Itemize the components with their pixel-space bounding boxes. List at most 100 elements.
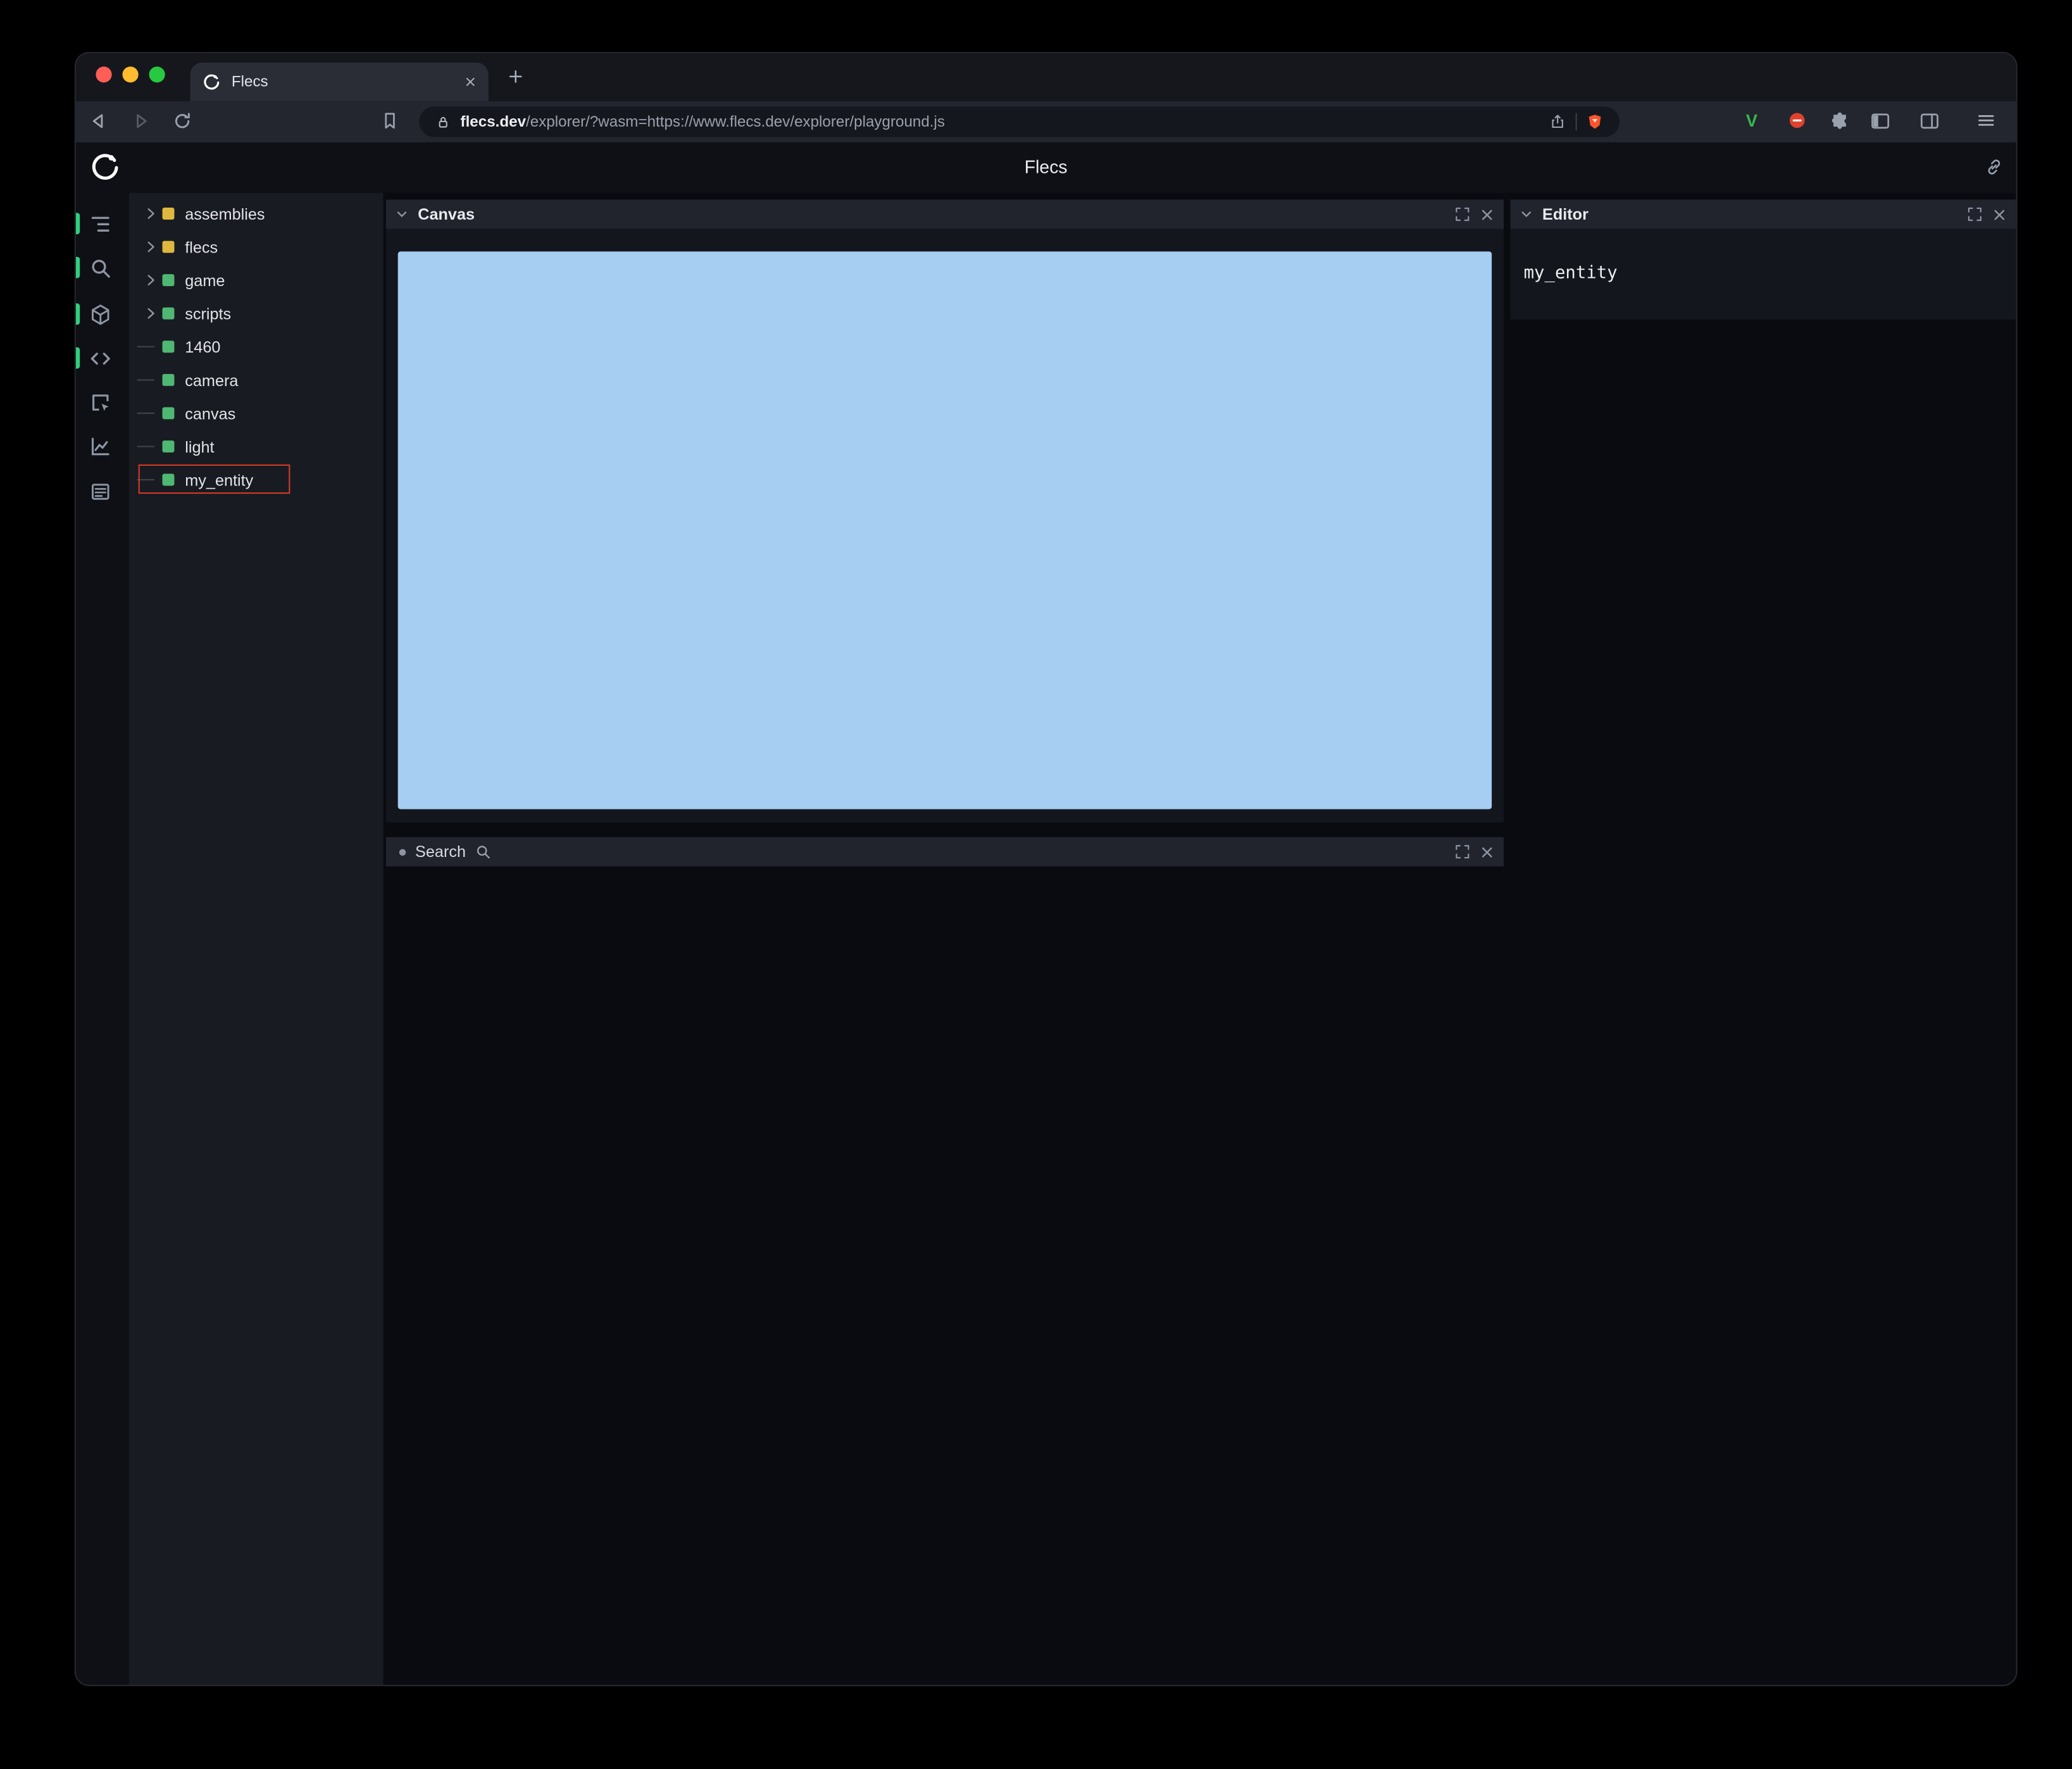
tree-item-scripts[interactable]: scripts bbox=[129, 297, 384, 330]
chevron-down-icon[interactable] bbox=[1520, 208, 1533, 221]
menu-hamburger-icon[interactable] bbox=[1976, 111, 1997, 131]
active-panel-indicator bbox=[75, 213, 80, 235]
back-icon[interactable] bbox=[88, 111, 109, 132]
extensions-puzzle-icon[interactable] bbox=[1830, 111, 1850, 131]
tree-item-1460[interactable]: 1460 bbox=[129, 330, 384, 363]
extension-shield-icon[interactable] bbox=[1787, 111, 1807, 131]
tree-item-game[interactable]: game bbox=[129, 263, 384, 297]
new-tab-button[interactable] bbox=[507, 68, 524, 85]
close-icon[interactable] bbox=[1992, 207, 2007, 222]
entity-label: 1460 bbox=[185, 337, 221, 356]
url-path: /explorer/?wasm=https://www.flecs.dev/ex… bbox=[526, 113, 945, 130]
entity-color-square bbox=[162, 274, 175, 287]
entity-color-square bbox=[162, 241, 175, 253]
minimize-window-button[interactable] bbox=[122, 66, 139, 83]
entity-label: my_entity bbox=[185, 470, 254, 489]
entity-label: game bbox=[185, 270, 225, 290]
canvas-panel: Canvas Search bbox=[385, 199, 1504, 866]
navigation-bar: flecs.dev/explorer/?wasm=https://www.fle… bbox=[75, 101, 2016, 142]
tab-close-icon[interactable] bbox=[465, 76, 477, 88]
entity-color-square bbox=[162, 208, 175, 220]
chevron-right-icon[interactable] bbox=[145, 241, 158, 253]
bookmark-icon[interactable] bbox=[379, 111, 401, 132]
entity-label: canvas bbox=[185, 404, 236, 423]
extension-v-icon[interactable]: V bbox=[1746, 111, 1757, 131]
brave-shield-icon[interactable] bbox=[1586, 113, 1603, 130]
code-icon[interactable] bbox=[81, 339, 118, 377]
reading-list-icon[interactable] bbox=[1919, 111, 1940, 132]
screen: Flecs flecs.dev/explorer/?wasm=https://w… bbox=[0, 0, 2072, 1769]
entity-label: camera bbox=[185, 370, 239, 390]
editor-panel-title: Editor bbox=[1542, 204, 1588, 224]
cube-icon[interactable] bbox=[81, 296, 118, 333]
tree-item-camera[interactable]: camera bbox=[129, 363, 384, 397]
entity-label: flecs bbox=[185, 237, 218, 256]
entity-tree: assemblies flecs game scripts 1460 camera canv… bbox=[128, 192, 384, 1685]
panel-rail bbox=[75, 193, 129, 1685]
chart-icon[interactable] bbox=[81, 427, 118, 465]
entity-color-square bbox=[162, 440, 175, 453]
active-panel-indicator bbox=[75, 303, 80, 325]
tree-item-flecs[interactable]: flecs bbox=[129, 230, 384, 264]
close-icon[interactable] bbox=[1480, 207, 1494, 222]
entity-color-square bbox=[162, 373, 175, 386]
entity-label: light bbox=[185, 437, 215, 456]
address-bar[interactable]: flecs.dev/explorer/?wasm=https://www.fle… bbox=[419, 106, 1620, 137]
search-panel-title: Search bbox=[415, 842, 466, 861]
tree-item-my_entity[interactable]: my_entity bbox=[129, 463, 384, 497]
entity-label: scripts bbox=[185, 304, 232, 323]
url-domain: flecs.dev bbox=[460, 113, 527, 130]
chevron-right-icon[interactable] bbox=[145, 308, 158, 320]
tree-guide-line bbox=[137, 412, 154, 414]
flecs-favicon-icon bbox=[203, 73, 221, 91]
entity-color-square bbox=[162, 341, 175, 353]
page-title: Flecs bbox=[1024, 157, 1068, 177]
reload-icon[interactable] bbox=[172, 111, 193, 132]
share-icon[interactable] bbox=[1549, 113, 1566, 130]
tree-item-canvas[interactable]: canvas bbox=[129, 397, 384, 430]
canvas-surface[interactable] bbox=[397, 251, 1492, 809]
entity-color-square bbox=[162, 307, 175, 320]
entity-color-square bbox=[162, 473, 175, 486]
expand-icon[interactable] bbox=[1454, 844, 1470, 859]
canvas-panel-body bbox=[385, 228, 1504, 823]
inspect-icon[interactable] bbox=[81, 384, 118, 421]
editor-panel: Editor my_entity bbox=[1510, 199, 2016, 320]
active-panel-indicator bbox=[75, 256, 80, 278]
magnifier-icon bbox=[475, 844, 491, 859]
canvas-panel-header[interactable]: Canvas bbox=[385, 199, 1504, 229]
chevron-right-icon[interactable] bbox=[145, 274, 158, 286]
close-window-button[interactable] bbox=[96, 66, 112, 83]
tree-item-light[interactable]: light bbox=[129, 430, 384, 463]
sidebar-toggle-icon[interactable] bbox=[1869, 111, 1891, 132]
share-link-icon[interactable] bbox=[1984, 157, 2004, 177]
canvas-panel-title: Canvas bbox=[418, 204, 475, 224]
lock-icon bbox=[435, 114, 451, 130]
editor-content[interactable]: my_entity bbox=[1510, 228, 2016, 320]
browser-window: Flecs flecs.dev/explorer/?wasm=https://w… bbox=[75, 53, 2016, 1685]
app-header: Flecs bbox=[76, 142, 2016, 193]
forward-icon[interactable] bbox=[130, 111, 152, 132]
traffic-lights bbox=[96, 66, 165, 83]
app-main: assemblies flecs game scripts 1460 camera canv… bbox=[75, 192, 2016, 1685]
editor-panel-header[interactable]: Editor bbox=[1510, 199, 2016, 229]
tab-strip: Flecs bbox=[75, 53, 2016, 101]
tab-title: Flecs bbox=[231, 73, 268, 90]
expand-icon[interactable] bbox=[1967, 206, 1983, 222]
entity-tree-icon[interactable] bbox=[81, 205, 118, 242]
search-panel-header[interactable]: Search bbox=[385, 837, 1504, 866]
search-icon[interactable] bbox=[81, 249, 118, 286]
chevron-right-icon[interactable] bbox=[145, 208, 158, 220]
tree-guide-line bbox=[137, 346, 154, 347]
tree-item-assemblies[interactable]: assemblies bbox=[129, 197, 384, 230]
expand-icon[interactable] bbox=[1454, 206, 1470, 222]
console-icon[interactable] bbox=[81, 472, 118, 509]
tree-guide-line bbox=[137, 379, 154, 381]
tree-guide-line bbox=[137, 478, 154, 481]
browser-tab[interactable]: Flecs bbox=[190, 62, 489, 101]
collapsed-dot-icon[interactable] bbox=[399, 848, 406, 855]
entity-color-square bbox=[162, 407, 175, 420]
close-icon[interactable] bbox=[1480, 844, 1494, 859]
chevron-down-icon[interactable] bbox=[396, 208, 409, 221]
zoom-window-button[interactable] bbox=[149, 66, 165, 83]
